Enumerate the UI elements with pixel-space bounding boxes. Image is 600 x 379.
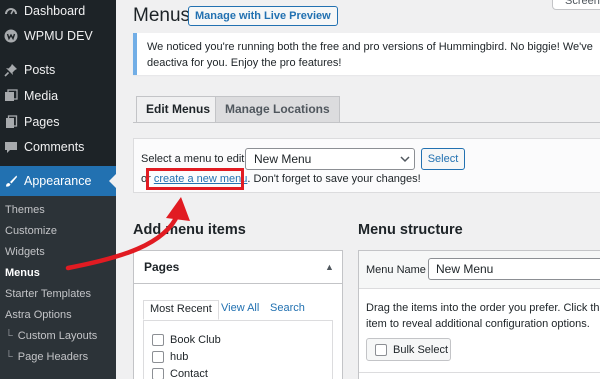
drag-instructions-line: Drag the items into the order you prefer… — [366, 302, 600, 314]
list-item[interactable]: Contact — [152, 368, 208, 379]
tab-manage-locations[interactable]: Manage Locations — [215, 96, 340, 122]
highlight-annotation-box — [146, 168, 244, 190]
collapse-arrow-icon[interactable]: ▲ — [325, 262, 334, 272]
menu-structure-heading: Menu structure — [358, 222, 463, 238]
sidebar-item-wpmu-dev[interactable]: WPMU DEV — [0, 24, 116, 48]
sidebar-item-comments[interactable]: Comments — [0, 135, 116, 159]
add-menu-items-heading: Add menu items — [133, 222, 246, 238]
submenu-item-custom-layouts[interactable]: └ Custom Layouts — [5, 330, 97, 342]
menu-name-input[interactable] — [428, 258, 600, 280]
sidebar-item-label: Pages — [24, 115, 60, 129]
bulk-select-button[interactable]: Bulk Select — [366, 338, 451, 361]
tab-search[interactable]: Search — [270, 302, 305, 314]
bulk-select-label: Bulk Select — [393, 343, 449, 356]
submenu-item-label: Custom Layouts — [17, 330, 98, 342]
sidebar-item-label: Posts — [24, 63, 56, 77]
tab-most-recent[interactable]: Most Recent — [143, 300, 219, 320]
sidebar-item-label: Media — [24, 89, 59, 103]
submenu-item-astra-options[interactable]: Astra Options — [5, 309, 72, 321]
admin-sidebar: Dashboard WPMU DEV Posts Media Pages Com… — [0, 0, 116, 379]
panel-divider — [359, 372, 600, 373]
sidebar-item-label: Comments — [24, 140, 85, 154]
sidebar-item-label: Dashboard — [24, 4, 86, 18]
appearance-submenu: Themes Customize Widgets Menus Starter T… — [0, 196, 116, 379]
panel-divider — [134, 283, 342, 284]
drag-instructions: Drag the items into the order you prefer… — [366, 300, 600, 332]
dashboard-icon — [3, 3, 19, 19]
menu-name-label: Menu Name — [366, 264, 426, 276]
paintbrush-icon — [3, 173, 19, 189]
comments-icon — [3, 139, 19, 155]
page-title: Menus — [133, 5, 191, 26]
sidebar-item-label: Appearance — [24, 174, 92, 188]
pages-panel-title[interactable]: Pages — [144, 260, 179, 274]
sidebar-item-label: WPMU DEV — [24, 29, 93, 43]
sidebar-item-dashboard[interactable]: Dashboard — [0, 0, 116, 23]
submenu-item-starter-templates[interactable]: Starter Templates — [5, 288, 91, 300]
submenu-item-menus[interactable]: Menus — [5, 267, 40, 279]
checkbox[interactable] — [152, 368, 164, 379]
page-label: Book Club — [170, 334, 221, 346]
checkbox[interactable] — [152, 351, 164, 363]
page-label: Contact — [170, 368, 208, 379]
submenu-item-customize[interactable]: Customize — [5, 225, 57, 237]
list-item[interactable]: hub — [152, 351, 188, 363]
checkbox[interactable] — [152, 334, 164, 346]
menu-select-dropdown[interactable]: New Menu — [245, 148, 415, 170]
sidebar-item-media[interactable]: Media — [0, 84, 116, 108]
checkbox[interactable] — [375, 343, 387, 356]
submenu-item-widgets[interactable]: Widgets — [5, 246, 45, 258]
submenu-item-page-headers[interactable]: └ Page Headers — [5, 351, 88, 363]
tree-connector-icon: └ — [5, 351, 13, 363]
manage-live-preview-button[interactable]: Manage with Live Preview — [188, 6, 338, 26]
sidebar-item-pages[interactable]: Pages — [0, 110, 116, 134]
media-icon — [3, 88, 19, 104]
admin-notice: We noticed you're running both the free … — [133, 33, 600, 75]
pages-icon — [3, 114, 19, 130]
select-menu-label: Select a menu to edit: — [141, 153, 248, 165]
tab-edit-menus[interactable]: Edit Menus — [136, 96, 221, 123]
submenu-item-themes[interactable]: Themes — [5, 204, 45, 216]
page-label: hub — [170, 351, 189, 363]
tab-divider — [133, 122, 600, 123]
sidebar-item-appearance[interactable]: Appearance — [0, 166, 116, 196]
screen-options-button[interactable]: Screen — [552, 0, 600, 10]
drag-instructions-line: item to reveal additional configuration … — [366, 318, 590, 330]
tab-view-all[interactable]: View All — [221, 302, 259, 314]
pushpin-icon — [3, 62, 19, 78]
save-reminder-text: . Don't forget to save your changes! — [247, 173, 421, 185]
menu-select-value: New Menu — [254, 152, 312, 166]
tree-connector-icon: └ — [5, 330, 13, 342]
submenu-item-label: Page Headers — [17, 351, 89, 363]
list-item[interactable]: Book Club — [152, 334, 221, 346]
select-menu-button[interactable]: Select — [421, 148, 465, 170]
wpmu-dev-icon — [3, 28, 19, 44]
sidebar-item-posts[interactable]: Posts — [0, 58, 116, 82]
